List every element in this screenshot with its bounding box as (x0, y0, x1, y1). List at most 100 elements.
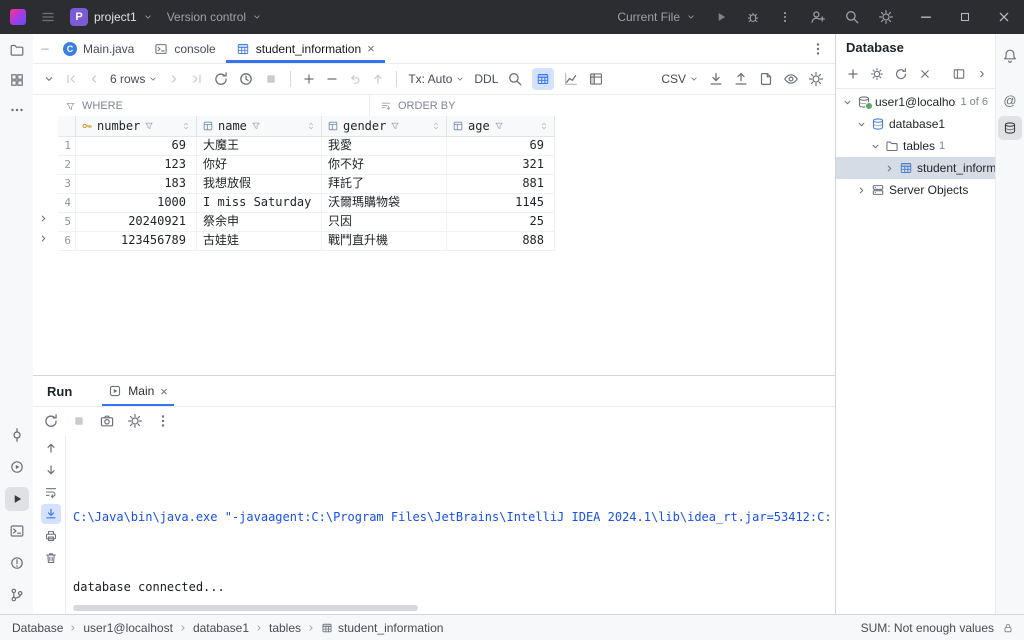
dump-data-button[interactable] (758, 71, 774, 87)
view-options-button[interactable] (783, 71, 799, 87)
data-source-properties-icon[interactable] (870, 67, 884, 81)
tab-options-icon[interactable] (810, 41, 836, 57)
table-row[interactable]: 2 123 你好 你不好 321 (58, 156, 555, 175)
database-tool-icon[interactable] (998, 116, 1022, 140)
sort-icon[interactable] (431, 121, 441, 131)
disconnect-icon[interactable] (918, 67, 932, 81)
tool-window-resize-icon[interactable] (39, 43, 51, 55)
tab-console[interactable]: console (144, 34, 225, 63)
filter-funnel-icon[interactable] (251, 121, 261, 131)
cell-age[interactable]: 888 (447, 232, 555, 250)
filter-funnel-icon[interactable] (144, 121, 154, 131)
structure-tool-icon[interactable] (9, 72, 25, 88)
rerun-button[interactable] (43, 413, 59, 429)
cell-age[interactable]: 321 (447, 156, 555, 174)
transpose-view-button[interactable] (588, 71, 604, 87)
search-everywhere-icon[interactable] (844, 9, 860, 25)
print-icon[interactable] (44, 529, 58, 543)
chart-view-button[interactable] (563, 71, 579, 87)
breadcrumb-datasource[interactable]: user1@localhost (83, 621, 173, 635)
cell-gender[interactable]: 戰鬥直升機 (322, 232, 447, 250)
down-stack-trace-icon[interactable] (44, 463, 58, 477)
tab-student-information[interactable]: student_information × (225, 34, 385, 63)
cell-age[interactable]: 881 (447, 175, 555, 193)
soft-wrap-icon[interactable] (44, 485, 58, 499)
cell-name[interactable]: 你好 (197, 156, 322, 174)
table-row[interactable]: 6 123456789 古娃娃 戰鬥直升機 888 (58, 232, 555, 251)
cell-number[interactable]: 20240921 (76, 213, 197, 231)
maximize-window-button[interactable] (958, 10, 972, 24)
cell-gender[interactable]: 你不好 (322, 156, 447, 174)
horizontal-scrollbar[interactable] (73, 605, 418, 611)
debug-button[interactable] (746, 10, 760, 24)
cell-gender[interactable]: 沃爾瑪購物袋 (322, 194, 447, 212)
cell-number[interactable]: 123456789 (76, 232, 197, 250)
column-header-gender[interactable]: gender (322, 116, 447, 136)
version-control-tool-icon[interactable] (9, 587, 25, 603)
code-with-me-icon[interactable] (810, 9, 826, 25)
run-panel-title[interactable]: Run (33, 384, 72, 399)
next-page-button[interactable] (167, 72, 181, 86)
ddl-button[interactable]: DDL (474, 72, 498, 86)
where-filter-input[interactable]: WHERE (33, 95, 370, 117)
run-tool-icon[interactable] (4, 487, 29, 511)
layout-icon[interactable] (952, 67, 966, 81)
console-settings-button[interactable] (127, 413, 143, 429)
import-data-button[interactable] (733, 71, 749, 87)
terminal-tool-icon[interactable] (9, 523, 25, 539)
minimize-window-button[interactable] (918, 9, 934, 25)
add-data-source-icon[interactable] (846, 67, 860, 81)
close-tab-icon[interactable]: × (367, 42, 375, 55)
export-data-button[interactable] (708, 71, 724, 87)
ai-assistant-icon[interactable]: @ (1003, 93, 1016, 108)
previous-page-button[interactable] (87, 72, 101, 86)
delete-row-button[interactable] (325, 72, 339, 86)
chevron-right-icon[interactable] (884, 163, 895, 174)
filter-funnel-icon[interactable] (390, 121, 400, 131)
cell-age[interactable]: 25 (447, 213, 555, 231)
order-by-input[interactable]: ORDER BY (370, 95, 836, 117)
auto-refresh-button[interactable] (238, 71, 254, 87)
cell-age[interactable]: 1145 (447, 194, 555, 212)
cell-gender[interactable]: 拜託了 (322, 175, 447, 193)
cell-number[interactable]: 183 (76, 175, 197, 193)
cell-name[interactable]: 我想放假 (197, 175, 322, 193)
breadcrumb-tables[interactable]: tables (269, 621, 301, 635)
tx-mode-selector[interactable]: Tx: Auto (408, 72, 465, 86)
cell-number[interactable]: 69 (76, 137, 197, 155)
intellij-logo[interactable] (10, 9, 26, 25)
project-widget[interactable]: P project1 (70, 8, 153, 26)
export-format-selector[interactable]: CSV (661, 72, 699, 86)
cell-gender[interactable]: 我愛 (322, 137, 447, 155)
refresh-icon[interactable] (894, 67, 908, 81)
cell-number[interactable]: 123 (76, 156, 197, 174)
commit-tool-icon[interactable] (9, 427, 25, 443)
hamburger-menu-icon[interactable] (40, 9, 56, 25)
breadcrumb-schema[interactable]: database1 (193, 621, 249, 635)
tree-item-tables-folder[interactable]: tables 1 (836, 135, 996, 157)
tree-item-table-student-information[interactable]: student_information (836, 157, 996, 179)
more-actions-icon[interactable] (155, 413, 171, 429)
tree-item-database[interactable]: database1 (836, 113, 996, 135)
close-window-button[interactable] (996, 9, 1012, 25)
problems-tool-icon[interactable] (9, 555, 25, 571)
data-view-toggle[interactable] (532, 68, 555, 90)
up-stack-trace-icon[interactable] (44, 441, 58, 455)
chevron-down-icon[interactable] (856, 119, 867, 130)
gutter-chevron-icon[interactable] (38, 213, 49, 224)
table-row[interactable]: 4 1000 I miss Saturday 沃爾瑪購物袋 1145 (58, 194, 555, 213)
column-header-name[interactable]: name (197, 116, 322, 136)
page-size-selector[interactable]: 6 rows (110, 72, 158, 86)
first-page-button[interactable] (64, 72, 78, 86)
project-tool-icon[interactable] (9, 42, 25, 58)
more-tool-windows-icon[interactable] (9, 102, 25, 118)
run-button[interactable] (714, 10, 728, 24)
sort-icon[interactable] (181, 121, 191, 131)
cell-name[interactable]: 古娃娃 (197, 232, 322, 250)
settings-gear-icon[interactable] (878, 9, 894, 25)
clear-console-icon[interactable] (44, 551, 58, 565)
tab-main-java[interactable]: C Main.java (53, 34, 144, 63)
sort-icon[interactable] (539, 121, 549, 131)
more-actions-icon[interactable] (778, 10, 792, 24)
cell-name[interactable]: 祭余申 (197, 213, 322, 231)
